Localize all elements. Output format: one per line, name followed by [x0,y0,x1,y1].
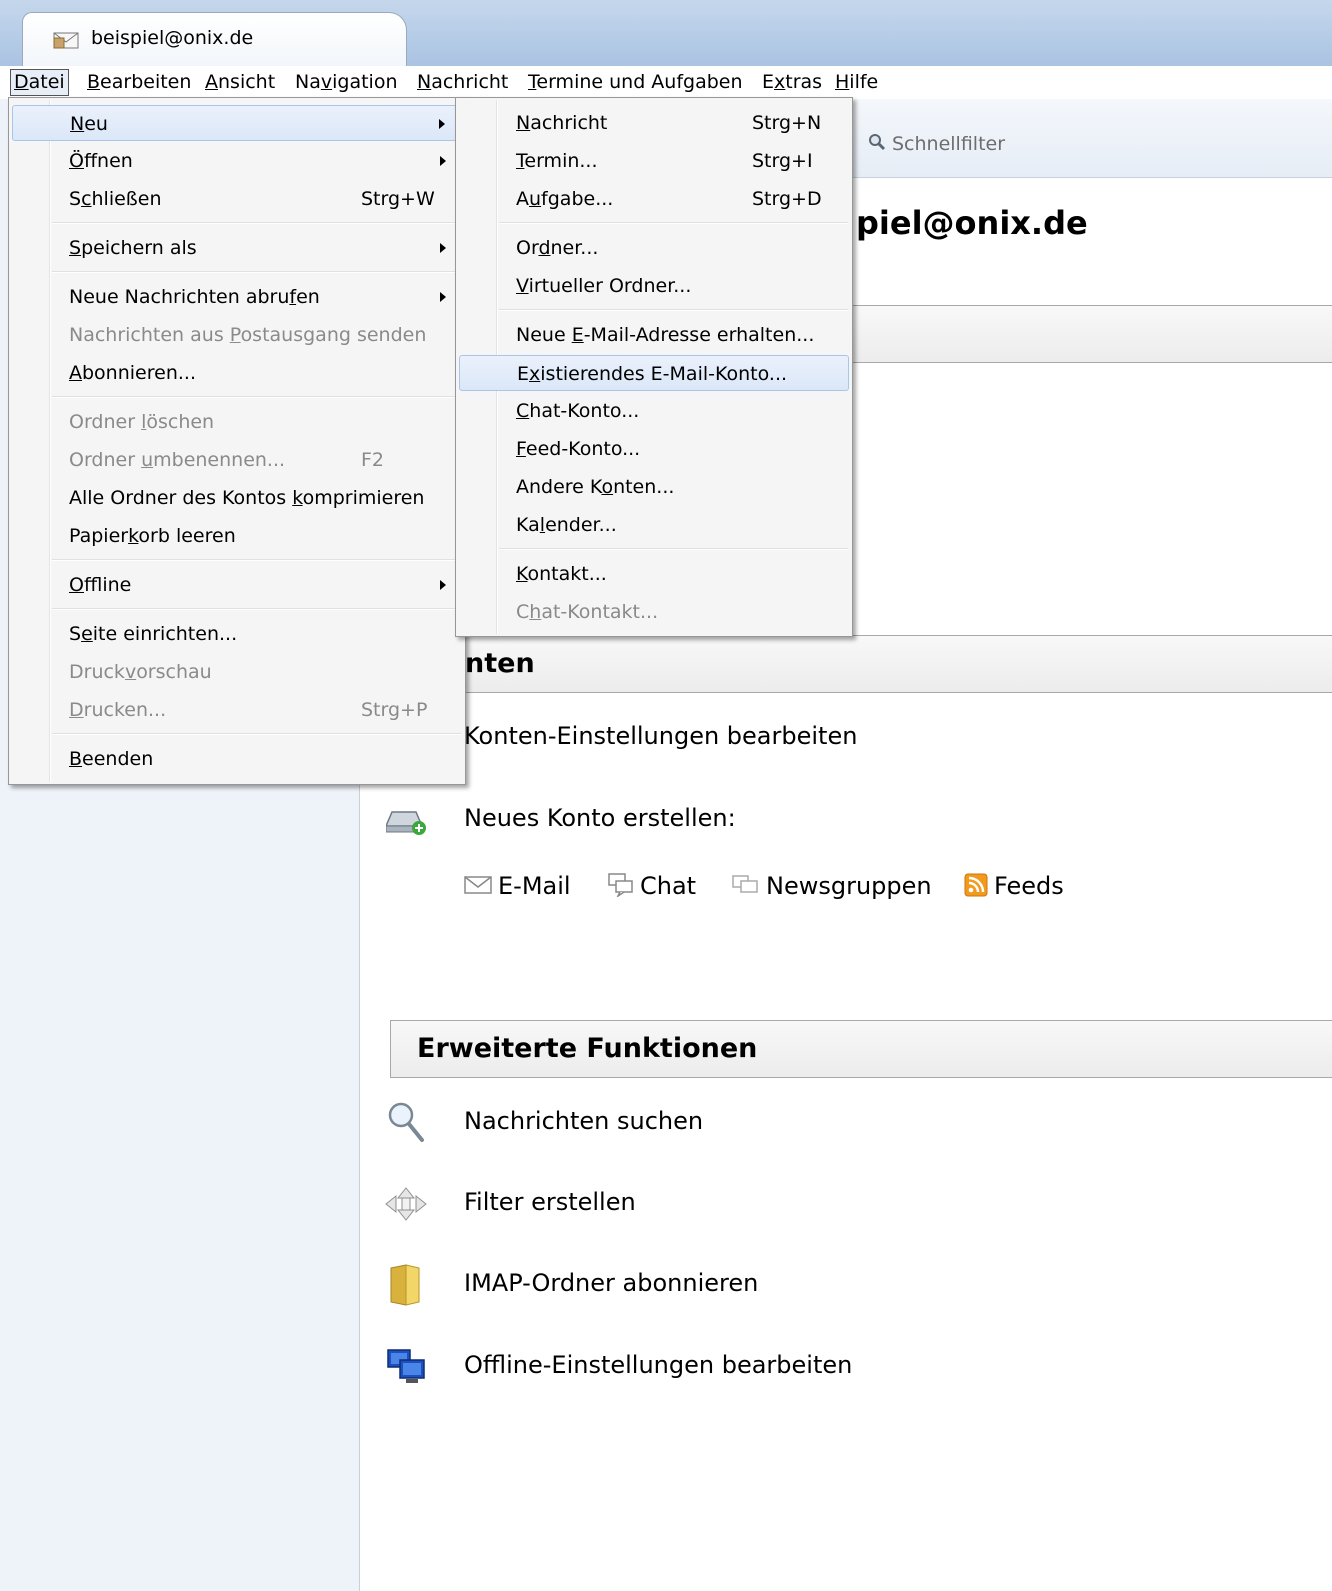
menu-separator [499,222,848,224]
menu-hilfe[interactable]: Hilfe [833,70,880,95]
section-header-konten: nten [390,635,1332,693]
neu-existierendes-konto[interactable]: Existierendes E-Mail-Konto... [459,355,849,391]
menu-separator [499,309,848,311]
neu-ordner[interactable]: Ordner... [459,230,849,266]
neu-aufgabe[interactable]: Aufgabe... Strg+D [459,181,849,217]
shortcut: Strg+P [361,699,428,721]
shortcut: Strg+N [752,112,822,134]
datei-druckvorschau[interactable]: Druckvorschau [12,654,462,690]
shortcut: Strg+I [752,150,813,172]
datei-komprimieren[interactable]: Alle Ordner des Kontos komprimieren [12,480,462,516]
rss-feed-icon [964,873,988,897]
datei-oeffnen[interactable]: Öffnen [12,143,462,179]
email-type-label: E-Mail [498,872,571,900]
feed-type-label: Feeds [994,872,1064,900]
menu-datei[interactable]: Datei [10,69,69,96]
submenu-arrow-icon [440,292,446,302]
datei-seite-einrichten[interactable]: Seite einrichten... [12,616,462,652]
submenu-arrow-icon [440,580,446,590]
account-title: piel@onix.de [856,204,1088,242]
new-newsgroup-account-link[interactable]: Newsgruppen [732,872,932,900]
menu-separator [52,271,461,273]
magnifier-icon [386,1100,426,1148]
tab-strip: beispiel@onix.de [0,0,1332,72]
neu-andere-konten[interactable]: Andere Konten... [459,469,849,505]
section-header-erweiterte: Erweiterte Funktionen [390,1020,1332,1078]
tab-title: beispiel@onix.de [91,27,254,49]
create-filter-link[interactable]: Filter erstellen [464,1188,636,1216]
subscribe-imap-link[interactable]: IMAP-Ordner abonnieren [464,1269,758,1297]
submenu-arrow-icon [440,243,446,253]
neu-kalender[interactable]: Kalender... [459,507,849,543]
shortcut: Strg+D [752,188,822,210]
datei-offline[interactable]: Offline [12,567,462,603]
mail-account-icon [53,29,79,53]
neu-feed-konto[interactable]: Feed-Konto... [459,431,849,467]
menu-separator [52,396,461,398]
menu-extras[interactable]: Extras [760,70,824,95]
neu-chat-konto[interactable]: Chat-Konto... [459,393,849,429]
new-feed-account-link[interactable]: Feeds [964,872,1064,900]
menu-separator [499,548,848,550]
neu-termin[interactable]: Termin... Strg+I [459,143,849,179]
menu-bearbeiten[interactable]: Bearbeiten [85,70,193,95]
chat-icon [608,873,633,899]
menu-separator [52,222,461,224]
new-email-account-link[interactable]: E-Mail [464,872,571,900]
edit-account-settings-link[interactable]: Konten-Einstellungen bearbeiten [464,722,857,750]
newsgroup-icon [732,875,758,893]
neu-kontakt[interactable]: Kontakt... [459,556,849,592]
search-icon [868,128,886,162]
datei-beenden[interactable]: Beenden [12,741,462,777]
menu-navigation[interactable]: Navigation [293,70,400,95]
offline-icon [386,1348,428,1390]
neu-virtueller-ordner[interactable]: Virtueller Ordner... [459,268,849,304]
datei-speichern-als[interactable]: Speichern als [12,230,462,266]
email-icon [464,876,492,894]
datei-ordner-umbenennen[interactable]: Ordner umbenennen... F2 [12,442,462,478]
menu-ansicht[interactable]: Ansicht [203,70,277,95]
menu-separator [52,733,461,735]
menu-separator [52,608,461,610]
new-account-label: Neues Konto erstellen: [464,804,736,832]
datei-drucken[interactable]: Drucken... Strg+P [12,692,462,728]
submenu-arrow-icon [440,156,446,166]
datei-schliessen[interactable]: Schließen Strg+W [12,181,462,217]
neu-chat-kontakt[interactable]: Chat-Kontakt... [459,594,849,630]
datei-papierkorb-leeren[interactable]: Papierkorb leeren [12,518,462,554]
neu-email-adresse[interactable]: Neue E-Mail-Adresse erhalten... [459,317,849,353]
filter-icon [384,1186,428,1226]
shortcut: Strg+W [361,188,435,210]
new-account-icon [384,806,428,840]
menu-bar: Datei Bearbeiten Ansicht Navigation Nach… [0,66,1332,99]
section-title: nten [465,648,535,679]
submenu-arrow-icon [439,119,445,129]
datei-ordner-loeschen[interactable]: Ordner löschen [12,404,462,440]
offline-settings-link[interactable]: Offline-Einstellungen bearbeiten [464,1351,852,1379]
datei-menu: Neu Öffnen Schließen Strg+W Speichern al… [8,97,466,785]
menu-nachricht[interactable]: Nachricht [415,70,510,95]
folder-icon [388,1264,422,1310]
datei-abonnieren[interactable]: Abonnieren... [12,355,462,391]
search-messages-link[interactable]: Nachrichten suchen [464,1107,703,1135]
quick-filter[interactable]: Schnellfilter [868,127,1332,161]
neu-submenu: Nachricht Strg+N Termin... Strg+I Aufgab… [455,97,853,637]
shortcut: F2 [361,449,385,471]
datei-neu[interactable]: Neu [12,105,462,141]
neu-nachricht[interactable]: Nachricht Strg+N [459,105,849,141]
new-chat-account-link[interactable]: Chat [608,872,696,900]
newsgroup-type-label: Newsgruppen [766,872,932,900]
datei-postausgang-senden[interactable]: Nachrichten aus Postausgang senden [12,317,462,353]
chat-type-label: Chat [640,872,697,900]
quick-filter-label: Schnellfilter [892,133,1006,155]
datei-neue-nachrichten-abrufen[interactable]: Neue Nachrichten abrufen [12,279,462,315]
menu-separator [52,559,461,561]
menu-termine[interactable]: Termine und Aufgaben [526,70,745,95]
tab-account[interactable]: beispiel@onix.de [22,12,407,72]
